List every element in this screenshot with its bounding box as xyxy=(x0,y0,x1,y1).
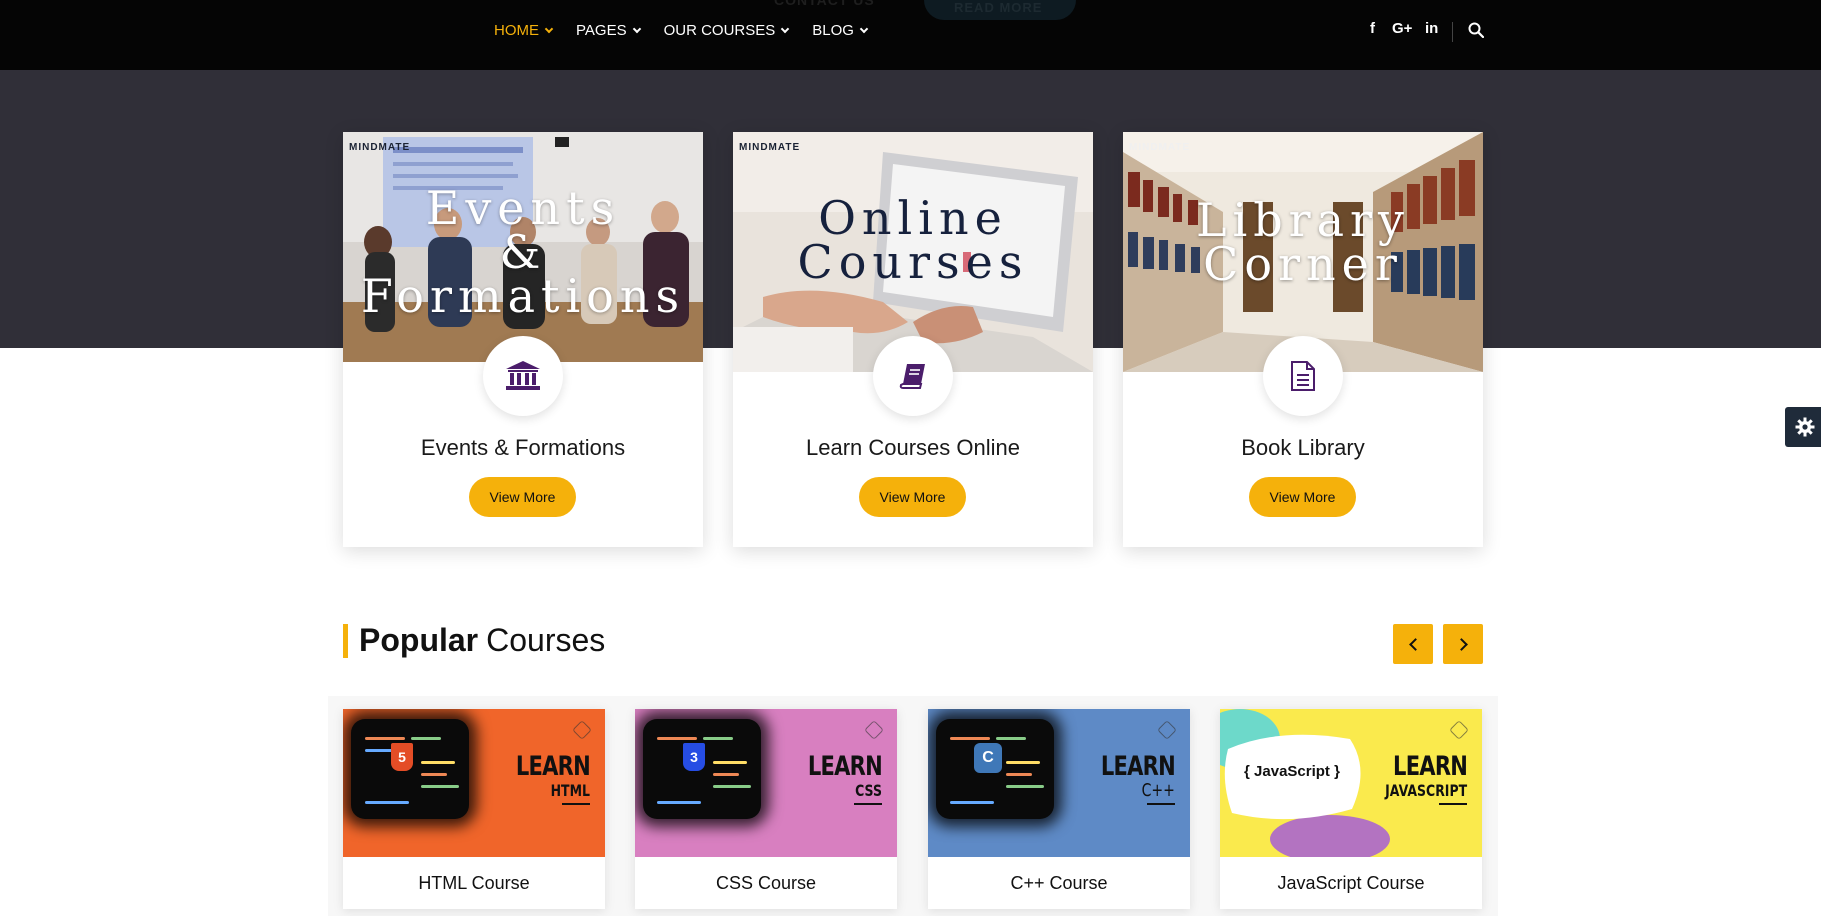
top-navbar: CONTACT US READ MORE HOME PAGES OUR COUR… xyxy=(0,0,1821,70)
document-icon xyxy=(1263,336,1343,416)
overlay-line: Corner xyxy=(1203,237,1403,291)
overlay-line: Formations xyxy=(360,269,686,323)
carousel-next-button[interactable] xyxy=(1443,624,1483,664)
course-title: CSS Course xyxy=(715,873,817,893)
nav-divider xyxy=(1452,22,1453,42)
chevron-down-icon xyxy=(859,24,869,33)
brand-corner-logo-icon xyxy=(1157,720,1177,740)
feature-card-online-courses: MINDMATE Online Courses Learn Courses On… xyxy=(733,132,1093,547)
search-icon[interactable] xyxy=(1468,22,1484,38)
nav-item-blog[interactable]: BLOG xyxy=(812,22,869,39)
nav-item-label: BLOG xyxy=(812,22,854,39)
brand-corner-logo-icon xyxy=(864,720,884,740)
ghost-contact-text: CONTACT US xyxy=(774,0,875,8)
course-banner-text: LEARN JAVASCRIPT xyxy=(1362,751,1468,805)
course-banner-text: LEARN HTML xyxy=(495,751,591,805)
course-banner-learn: LEARN xyxy=(515,751,591,782)
events-image: MINDMATE Events & Formations xyxy=(343,132,703,362)
nav-item-pages[interactable]: PAGES xyxy=(576,22,641,39)
brand-logo-text: MINDMATE xyxy=(739,142,801,153)
nav-item-our-courses[interactable]: OUR COURSES xyxy=(663,22,790,39)
course-card-cpp[interactable]: C LEARN C++ C++ Course xyxy=(928,709,1190,909)
code-screen-graphic: C xyxy=(936,719,1054,819)
nav-item-label: PAGES xyxy=(576,22,627,39)
view-more-button[interactable]: View More xyxy=(859,477,966,517)
section-title: Popular Courses xyxy=(343,622,605,659)
view-more-button[interactable]: View More xyxy=(469,477,576,517)
course-banner-text: LEARN CSS xyxy=(787,751,883,805)
course-banner-text: LEARN C++ xyxy=(1080,751,1176,805)
course-title: HTML Course xyxy=(418,873,530,893)
brand-logo-text: MINDMATE xyxy=(349,142,411,153)
course-thumbnail: { JavaScript } LEARN JAVASCRIPT xyxy=(1220,709,1482,857)
nav-item-home[interactable]: HOME xyxy=(494,22,554,39)
library-overlay-title: Library Corner xyxy=(1123,193,1483,291)
overlay-line: Courses xyxy=(797,235,1029,289)
course-card-javascript[interactable]: { JavaScript } LEARN JAVASCRIPT JavaScri… xyxy=(1220,709,1482,909)
main-menu: HOME PAGES OUR COURSES BLOG xyxy=(494,22,891,39)
brand-logo-text: MINDMATE xyxy=(1129,142,1191,153)
gear-icon xyxy=(1795,417,1815,437)
course-title: JavaScript Course xyxy=(1277,873,1425,893)
book-icon xyxy=(873,336,953,416)
carousel-prev-button[interactable] xyxy=(1393,624,1433,664)
chevron-down-icon xyxy=(632,24,641,33)
feature-card-library: MINDMATE Library Corner Book Library Vie… xyxy=(1123,132,1483,547)
course-card-html[interactable]: 5 LEARN HTML HTML Course xyxy=(343,709,605,909)
chevron-down-icon xyxy=(781,24,790,33)
bank-icon xyxy=(483,336,563,416)
feature-card-title: Book Library xyxy=(1241,435,1365,460)
section-title-bold: Popular xyxy=(359,622,479,658)
nav-item-label: HOME xyxy=(494,22,539,39)
linkedin-icon[interactable]: in xyxy=(1425,20,1438,37)
course-banner-language: JAVASCRIPT xyxy=(1385,781,1467,800)
google-plus-icon[interactable]: G+ xyxy=(1392,20,1412,37)
html5-badge-icon: 5 xyxy=(391,743,413,771)
online-courses-overlay-title: Online Courses xyxy=(733,191,1093,289)
overlay-line: & xyxy=(499,225,547,279)
settings-panel-toggle[interactable] xyxy=(1785,407,1821,447)
course-banner-learn: LEARN xyxy=(807,751,883,782)
view-more-button[interactable]: View More xyxy=(1249,477,1356,517)
course-banner-language: CSS xyxy=(855,781,882,800)
events-overlay-title: Events & Formations xyxy=(343,181,703,323)
code-screen-graphic: 5 xyxy=(351,719,469,819)
course-thumbnail: 3 LEARN CSS xyxy=(635,709,897,857)
chevron-right-icon xyxy=(1454,637,1468,651)
course-thumbnail: 5 LEARN HTML xyxy=(343,709,605,857)
course-card-css[interactable]: 3 LEARN CSS CSS Course xyxy=(635,709,897,909)
ghost-read-more-button: READ MORE xyxy=(924,0,1076,20)
overlay-line: Online xyxy=(818,191,1008,245)
overlay-line: Events xyxy=(425,181,621,235)
course-thumbnail: C LEARN C++ xyxy=(928,709,1190,857)
ghost-read-more-label: READ MORE xyxy=(954,0,1043,15)
course-banner-learn: LEARN xyxy=(1392,751,1468,782)
feature-card-title: Learn Courses Online xyxy=(805,435,1020,460)
overlay-line: Library xyxy=(1195,193,1411,247)
nav-item-label: OUR COURSES xyxy=(663,22,776,39)
css3-badge-icon: 3 xyxy=(683,743,705,771)
javascript-logo-text: { JavaScript } xyxy=(1244,763,1340,780)
course-banner-language: C++ xyxy=(1141,780,1175,801)
chevron-down-icon xyxy=(544,24,554,33)
feature-card-title: Events & Formations xyxy=(420,435,626,460)
course-banner-language: HTML xyxy=(550,781,590,800)
feature-card-events: MINDMATE Events & Formations Events & Fo… xyxy=(343,132,703,547)
course-title: C++ Course xyxy=(1010,873,1108,893)
chevron-left-icon xyxy=(1408,637,1422,651)
code-screen-graphic: 3 xyxy=(643,719,761,819)
section-title-accent xyxy=(343,623,348,658)
section-title-light: Courses xyxy=(486,622,606,658)
course-banner-learn: LEARN xyxy=(1100,751,1176,782)
cpp-badge-icon: C xyxy=(974,743,1002,773)
facebook-icon[interactable]: f xyxy=(1370,20,1375,37)
brand-corner-logo-icon xyxy=(572,720,592,740)
